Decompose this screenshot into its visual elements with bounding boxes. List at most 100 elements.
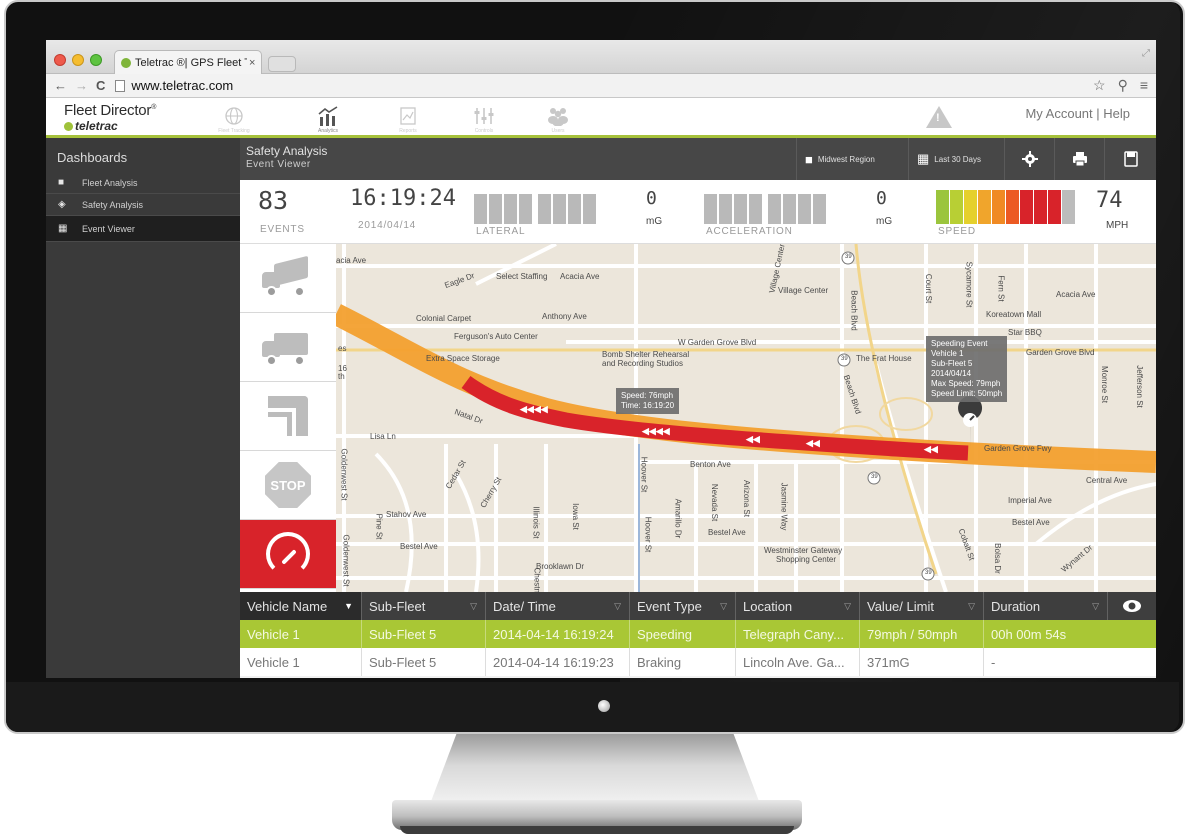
column-header-location[interactable]: Location ▽ (736, 592, 860, 620)
users-icon[interactable] (546, 104, 570, 128)
event-type-cornering[interactable] (240, 244, 336, 313)
settings-button[interactable] (1004, 138, 1054, 180)
map-label: Koreatown Mall (986, 310, 1042, 319)
turn-road-icon (268, 396, 308, 436)
table-row[interactable]: Vehicle 1 Sub-Fleet 5 2014-04-14 16:19:2… (240, 648, 1156, 676)
column-header-label: Vehicle Name (247, 598, 328, 614)
column-header-label: Event Type (637, 598, 702, 614)
window-close-button[interactable] (54, 54, 66, 66)
speed-gauge-block (950, 190, 963, 224)
event-tooltip-line: Sub-Fleet 5 (931, 359, 973, 368)
svg-text:◀◀: ◀◀ (923, 444, 939, 454)
map-label: Select Staffing (496, 272, 548, 281)
date-range-selector[interactable]: ▦ Last 30 Days (908, 138, 1004, 180)
map-label: Star BBQ (1008, 328, 1042, 337)
sort-caret-icon: ▽ (844, 601, 851, 611)
fullscreen-icon[interactable]: ⤢ (1142, 48, 1150, 59)
lateral-unit: mG (646, 216, 663, 227)
map-label: Extra Space Storage (426, 354, 500, 363)
url-field[interactable]: www.teletrac.com (131, 78, 233, 93)
tab-close-icon[interactable]: × (249, 57, 255, 69)
event-type-braking[interactable]: STOP (240, 451, 336, 520)
table-cell: 00h 00m 54s (991, 626, 1067, 642)
new-tab-button[interactable] (268, 56, 296, 72)
table-cell: Vehicle 1 (240, 648, 362, 676)
column-header-sub-fleet[interactable]: Sub-Fleet ▽ (362, 592, 486, 620)
table-cell: - (991, 654, 996, 670)
power-button[interactable] (598, 700, 610, 712)
map-label: The Frat House (856, 354, 912, 363)
back-arrow-icon[interactable]: ← (54, 78, 67, 93)
teletrac-favicon-icon (121, 57, 131, 68)
speedometer-icon (266, 532, 310, 576)
reload-icon[interactable]: C (96, 78, 105, 93)
speed-tooltip-line: Speed: 76mph (621, 391, 674, 400)
controls-icon[interactable] (472, 104, 496, 128)
events-label: EVENTS (260, 224, 305, 235)
table-cell: Lincoln Ave. Ga... (736, 648, 860, 676)
event-tooltip-line: Speed Limit: 50mph (931, 389, 1003, 398)
nav-label-users: Users (551, 128, 565, 134)
map-label: Benton Ave (690, 460, 731, 469)
map-label: Bomb Shelter Rehearsal (602, 350, 690, 359)
column-header-vehicle-name[interactable]: Vehicle Name ▼ (240, 592, 362, 620)
table-row[interactable]: Vehicle 1 Sub-Fleet 5 2014-04-14 16:19:2… (240, 620, 1156, 648)
event-type-acceleration[interactable] (240, 313, 336, 382)
lateral-gauge-block (474, 194, 487, 224)
account-help-link[interactable]: My Account | Help (1025, 106, 1130, 121)
column-header-event-type[interactable]: Event Type ▽ (630, 592, 736, 620)
teletrac-logo-icon (64, 121, 73, 131)
analytics-icon[interactable] (316, 104, 340, 128)
printer-icon (1072, 152, 1087, 167)
print-button[interactable] (1054, 138, 1104, 180)
stop-sign-icon: STOP (265, 462, 311, 508)
browser-menu-icon[interactable]: ≡ (1140, 77, 1148, 94)
map-label: and Recording Studios (602, 359, 683, 368)
browser-address-bar: ← → C www.teletrac.com ☆ ⚲ ≡ (46, 74, 1156, 98)
speed-gauge-block (1062, 190, 1075, 224)
extension-icon[interactable]: ⚲ (1118, 77, 1128, 94)
table-cell: 79mph / 50mph (860, 620, 984, 648)
fleet-director-logo[interactable]: Fleet Director® teletrac (64, 102, 156, 133)
sidebar-item-safety-analysis[interactable]: ◈ Safety Analysis (46, 194, 240, 216)
column-header-date-time[interactable]: Date/ Time ▽ (486, 592, 630, 620)
map-label: Bolsa Dr (992, 543, 1002, 574)
sort-caret-icon: ▽ (1092, 601, 1099, 611)
map-pin-icon[interactable] (958, 408, 982, 452)
reports-icon[interactable] (396, 104, 420, 128)
lateral-value: 0 (646, 188, 657, 209)
globe-icon[interactable] (222, 104, 246, 128)
speed-tooltip: Speed: 76mph Time: 16:19:20 (616, 388, 680, 414)
speed-gauge-block (1020, 190, 1033, 224)
route-shield-label: 39 (925, 570, 932, 576)
sidebar-item-event-viewer[interactable]: ▦ Event Viewer (46, 216, 240, 242)
route-shield-label: 39 (845, 254, 852, 260)
event-type-turning[interactable] (240, 382, 336, 451)
column-header-duration[interactable]: Duration ▽ (984, 592, 1108, 620)
event-date: 2014/04/14 (358, 220, 417, 231)
map-view[interactable]: ◀◀◀◀ ◀◀◀◀ ◀◀ ◀◀ ◀◀ acia Ave Eagle Dr Sel… (336, 244, 1156, 592)
map-label: W Garden Grove Blvd (678, 338, 757, 347)
event-type-column: STOP (240, 244, 336, 592)
region-selector[interactable]: ■ Midwest Region (796, 138, 908, 180)
svg-text:◀◀: ◀◀ (805, 438, 821, 448)
event-type-speeding[interactable] (240, 520, 336, 589)
save-button[interactable] (1104, 138, 1156, 180)
svg-text:◀◀: ◀◀ (745, 434, 761, 444)
browser-tab[interactable]: Teletrac ®| GPS Fleet Trac × (114, 50, 262, 74)
map-label: Hoover St (643, 516, 653, 553)
sidebar-item-label: Safety Analysis (82, 199, 144, 210)
map-label: Stahov Ave (386, 510, 427, 519)
sidebar-item-fleet-analysis[interactable]: ■ Fleet Analysis (46, 172, 240, 194)
route-shield-label: 39 (841, 356, 848, 362)
column-header-label: Sub-Fleet (369, 598, 426, 614)
brand-name: Fleet Director (64, 102, 152, 119)
calendar-icon: ▦ (917, 151, 930, 166)
column-visibility-button[interactable] (1108, 592, 1156, 620)
column-header-value-limit[interactable]: Value/ Limit ▽ (860, 592, 984, 620)
bookmark-star-icon[interactable]: ☆ (1093, 77, 1106, 94)
window-zoom-button[interactable] (90, 54, 102, 66)
forward-arrow-icon[interactable]: → (75, 78, 88, 93)
acceleration-gauge-block (783, 194, 796, 224)
window-minimize-button[interactable] (72, 54, 84, 66)
